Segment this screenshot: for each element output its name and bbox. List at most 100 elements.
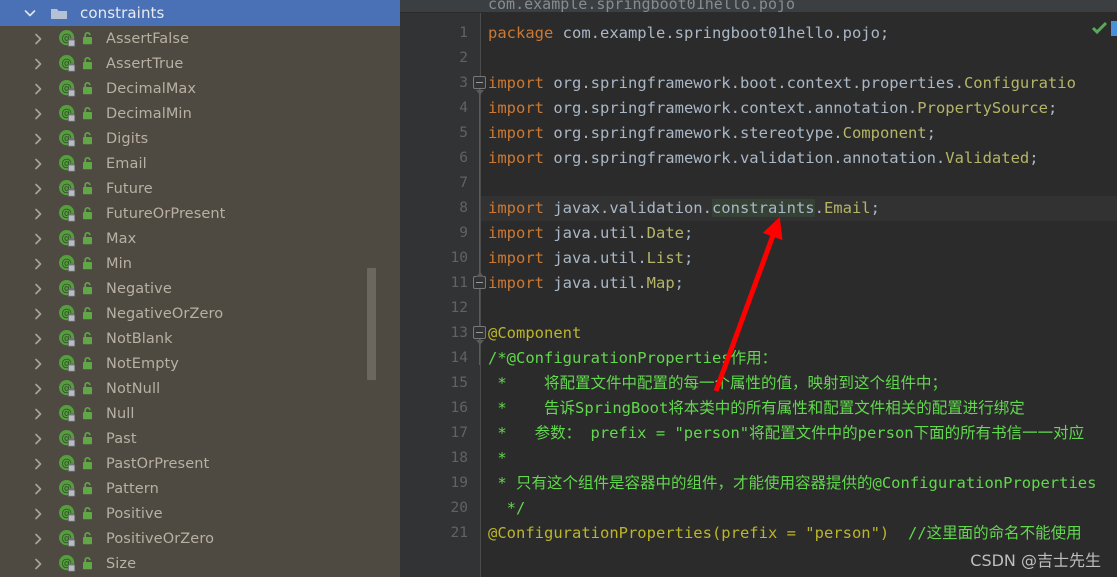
tree-item-decimalmin[interactable]: @ DecimalMin [0,101,400,126]
tree-item-max[interactable]: @ Max [0,226,400,251]
tree-root-constraints[interactable]: constraints [0,0,400,26]
chevron-right-icon[interactable] [30,281,46,297]
chevron-right-icon[interactable] [30,256,46,272]
chevron-right-icon[interactable] [30,331,46,347]
code-line-10[interactable]: import java.util.List; [481,246,693,271]
tree-item-positive[interactable]: @ Positive [0,501,400,526]
code-token: Map [646,274,675,292]
chevron-right-icon[interactable] [30,381,46,397]
code-line-8[interactable]: import javax.validation.constraints.Emai… [481,196,880,221]
code-token: org.springframework.validation.annotatio… [553,149,946,167]
tree-item-future[interactable]: @ Future [0,176,400,201]
code-line-1[interactable]: package com.example.springboot01hello.po… [481,21,889,46]
code-line-16[interactable]: * 告诉SpringBoot将本类中的所有属性和配置文件相关的配置进行绑定 [481,396,1024,421]
line-number: 10 [450,250,468,266]
chevron-right-icon[interactable] [30,356,46,372]
code-line-11[interactable]: import java.util.Map; [481,271,684,296]
code-token: org.springframework.context.annotation. [553,99,918,117]
annotation-class-icon: @ [58,504,77,523]
csdn-watermark: CSDN @吉士先生 [970,551,1101,570]
chevron-right-icon[interactable] [30,506,46,522]
inspection-status-widget[interactable] [1091,20,1117,37]
tree-item-asserttrue[interactable]: @ AssertTrue [0,51,400,76]
chevron-right-icon[interactable] [30,131,46,147]
tree-item-notnull[interactable]: @ NotNull [0,376,400,401]
chevron-down-icon[interactable] [22,5,38,21]
code-token: //这里面的命名不能使用 [889,524,1082,542]
tree-item-notblank[interactable]: @ NotBlank [0,326,400,351]
tree-item-label: Digits [106,130,149,147]
chevron-right-icon[interactable] [30,556,46,572]
code-token: Configuratio [963,74,1076,92]
code-line-2[interactable] [481,46,488,71]
annotation-class-icon: @ [58,204,77,223]
code-text-area[interactable]: package com.example.springboot01hello.po… [481,13,1117,577]
code-token: Validated [945,149,1030,167]
chevron-right-icon[interactable] [30,456,46,472]
tree-item-futureorpresent[interactable]: @ FutureOrPresent [0,201,400,226]
code-line-21[interactable]: @ConfigurationProperties(prefix = "perso… [481,521,1082,546]
code-line-3[interactable]: import org.springframework.boot.context.… [481,71,1076,96]
code-token: java.util. [553,224,647,242]
code-line-6[interactable]: import org.springframework.validation.an… [481,146,1039,171]
tree-item-pastorpresent[interactable]: @ PastOrPresent [0,451,400,476]
code-line-19[interactable]: * 只有这个组件是容器中的组件，才能使用容器提供的@ConfigurationP… [481,471,1096,496]
code-line-4[interactable]: import org.springframework.context.annot… [481,96,1057,121]
chevron-right-icon[interactable] [30,181,46,197]
unlocked-padlock-icon [80,506,95,521]
chevron-right-icon[interactable] [30,406,46,422]
chevron-right-icon[interactable] [30,206,46,222]
folder-icon [50,6,68,21]
chevron-right-icon[interactable] [30,306,46,322]
tree-item-past[interactable]: @ Past [0,426,400,451]
project-tree-panel[interactable]: constraints @ AssertFalse @ AssertTrue @ Decim… [0,0,400,577]
chevron-right-icon[interactable] [30,81,46,97]
chevron-right-icon[interactable] [30,531,46,547]
code-line-12[interactable] [481,296,488,321]
code-line-18[interactable]: * [481,446,507,471]
line-number: 6 [459,150,468,166]
tree-item-negativeorzero[interactable]: @ NegativeOrZero [0,301,400,326]
code-line-14[interactable]: /*@ConfigurationProperties作用： [481,346,777,371]
tree-item-size[interactable]: @ Size [0,551,400,576]
tree-item-label: NotBlank [106,330,173,347]
tree-item-null[interactable]: @ Null [0,401,400,426]
chevron-right-icon[interactable] [30,106,46,122]
code-line-5[interactable]: import org.springframework.stereotype.Co… [481,121,936,146]
fold-guide-line [479,85,480,365]
line-number-gutter[interactable]: 1 2 3 4 5 6 7 8 9 10 11 12 13 14 15 16 17 18 19 20 21 [400,13,480,577]
tree-item-email[interactable]: @ Email [0,151,400,176]
code-line-7[interactable] [481,171,488,196]
code-token: import [488,74,554,92]
line-number: 3 [459,75,468,91]
tree-item-notempty[interactable]: @ NotEmpty [0,351,400,376]
line-number: 9 [459,225,468,241]
chevron-right-icon[interactable] [30,431,46,447]
code-line-9[interactable]: import java.util.Date; [481,221,693,246]
tree-item-digits[interactable]: @ Digits [0,126,400,151]
code-token: Component [842,124,927,142]
code-editor-panel[interactable]: com.example.springboot01hello.pojo 12345… [400,0,1117,577]
chevron-right-icon[interactable] [30,481,46,497]
tree-item-label: Positive [106,505,163,522]
tree-item-negative[interactable]: @ Negative [0,276,400,301]
tree-item-positiveorzero[interactable]: @ PositiveOrZero [0,526,400,551]
code-line-20[interactable]: */ [481,496,526,521]
chevron-right-icon[interactable] [30,231,46,247]
chevron-right-icon[interactable] [30,56,46,72]
code-token: * [488,449,507,467]
tree-item-min[interactable]: @ Min [0,251,400,276]
tree-scrollbar-thumb[interactable] [367,268,376,380]
code-line-13[interactable]: @Component [481,321,581,346]
code-line-15[interactable]: * 将配置文件中配置的每一个属性的值，映射到这个组件中； [481,371,947,396]
chevron-right-icon[interactable] [30,31,46,47]
tree-item-decimalmax[interactable]: @ DecimalMax [0,76,400,101]
code-line-17[interactable]: * 参数： prefix = "person"将配置文件中的person下面的所… [481,421,1084,446]
editor-breadcrumb-bar[interactable]: com.example.springboot01hello.pojo [400,0,1117,13]
tree-item-label: AssertFalse [106,30,190,47]
tree-item-label: Min [106,255,133,272]
tree-item-pattern[interactable]: @ Pattern [0,476,400,501]
tree-scrollbar-track[interactable] [367,0,388,577]
tree-item-assertfalse[interactable]: @ AssertFalse [0,26,400,51]
chevron-right-icon[interactable] [30,156,46,172]
